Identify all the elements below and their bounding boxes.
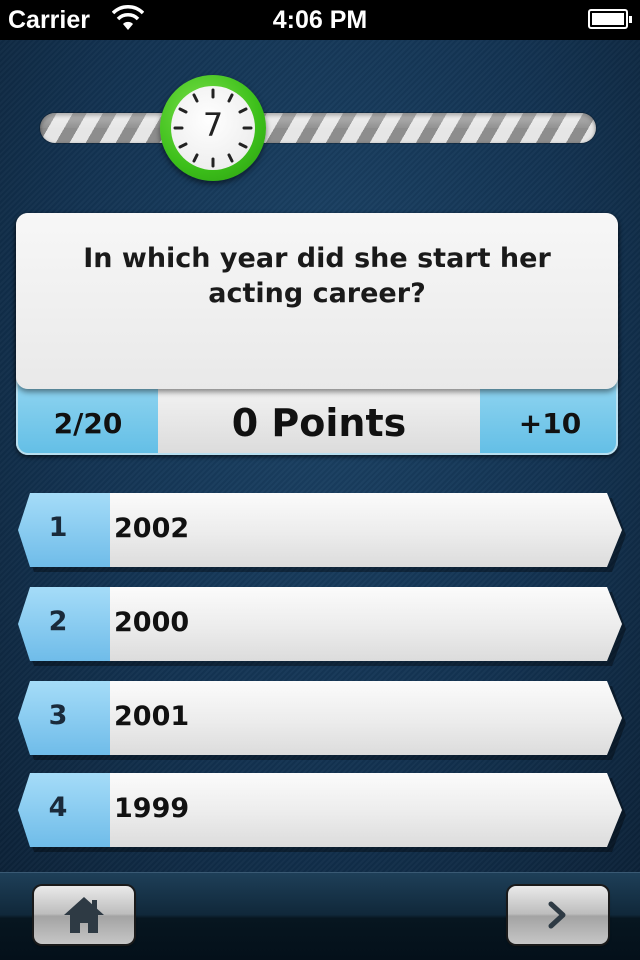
home-button[interactable]	[34, 886, 134, 944]
points-label: 0 Points	[231, 401, 407, 445]
points-display: 0 Points	[158, 383, 480, 453]
answer-number: 3	[48, 700, 68, 731]
chevron-right-icon	[548, 901, 566, 929]
answer-number: 1	[48, 512, 68, 543]
clock-time: 4:06 PM	[272, 6, 368, 34]
answer-number: 4	[48, 792, 68, 823]
clock-face: 7	[171, 86, 255, 170]
answer-label: 2001	[114, 701, 190, 732]
answer-label: 2002	[114, 513, 190, 544]
question-card: In which year did she start her acting c…	[16, 213, 618, 455]
timer-progress-bar	[40, 113, 596, 143]
answer-label: 2000	[114, 607, 190, 638]
answer-option-3[interactable]: 3 2001	[18, 681, 626, 760]
status-bar: Carrier 4:06 PM	[0, 0, 640, 40]
question-progress: 2/20	[18, 383, 158, 453]
answer-option-4[interactable]: 4 1999	[18, 773, 626, 852]
question-progress-label: 2/20	[53, 407, 123, 440]
battery-icon	[588, 9, 632, 29]
score-row: 2/20 0 Points +10	[16, 381, 618, 455]
answer-option-2[interactable]: 2 2000	[18, 587, 626, 666]
next-button[interactable]	[508, 886, 608, 944]
answer-number: 2	[48, 606, 68, 637]
question-text: In which year did she start her acting c…	[83, 243, 551, 309]
home-icon	[64, 897, 104, 933]
bonus-points-label: +10	[518, 407, 582, 440]
bonus-points: +10	[480, 383, 616, 453]
answer-label: 1999	[114, 793, 190, 824]
bottom-toolbar	[0, 872, 640, 960]
timer-seconds: 7	[202, 106, 224, 144]
answer-option-1[interactable]: 1 2002	[18, 493, 626, 572]
question-box: In which year did she start her acting c…	[16, 213, 618, 389]
timer-clock: 7	[160, 75, 266, 181]
